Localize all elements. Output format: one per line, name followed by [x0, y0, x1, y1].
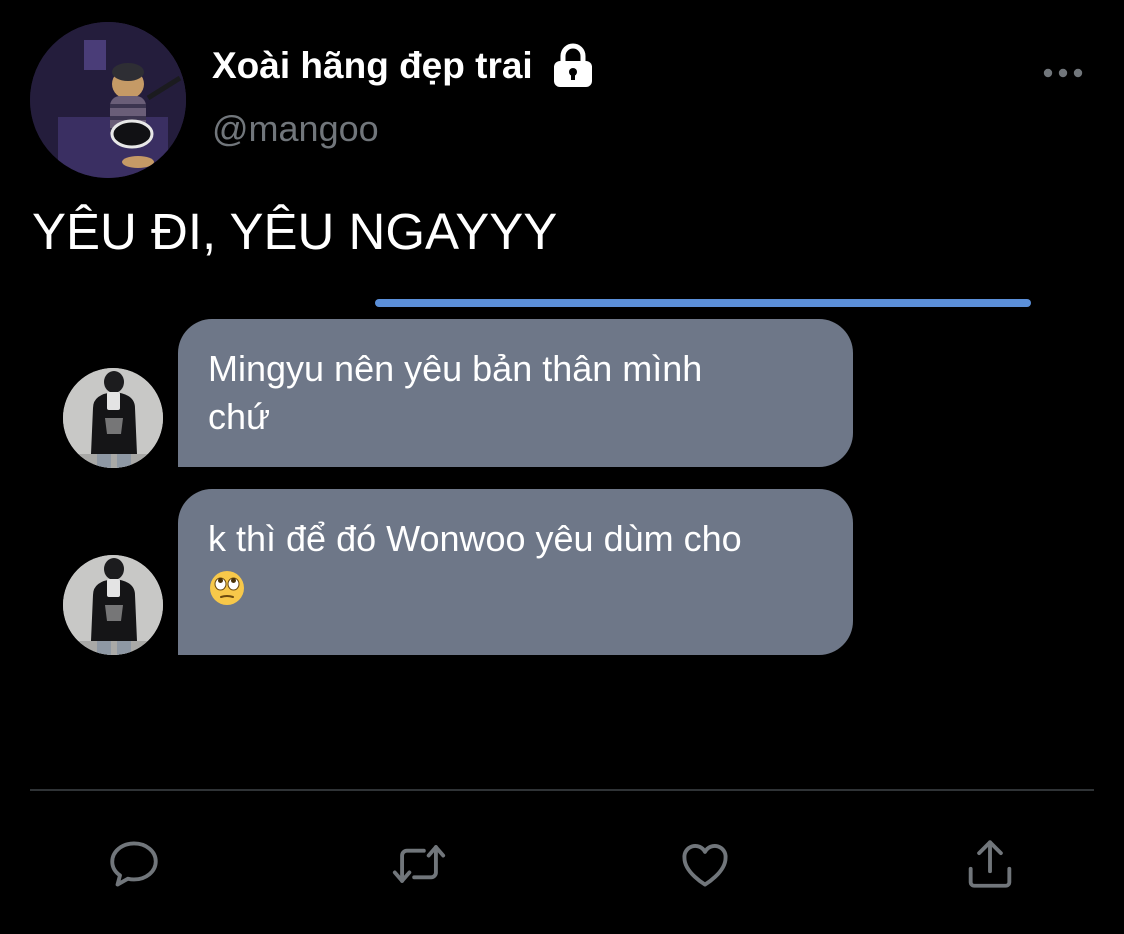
lock-icon [551, 43, 595, 89]
author-avatar[interactable] [30, 22, 186, 178]
cat-avatar-image [30, 22, 186, 178]
tweet-divider [30, 789, 1094, 791]
chat-message-text-line: Mingyu nên yêu bản thân mình [208, 348, 703, 389]
chat-message-text-line: chứ [208, 396, 271, 437]
retweet-button[interactable] [387, 832, 451, 896]
chat-message-bubble: Mingyu nên yêu bản thân mình chứ [178, 319, 853, 467]
chat-screenshot-accent-line [375, 299, 1031, 307]
reply-button[interactable] [102, 832, 166, 896]
chat-avatar [63, 368, 163, 468]
retweet-icon [392, 845, 446, 883]
like-icon [682, 843, 728, 887]
reply-icon [110, 841, 158, 887]
share-icon [968, 840, 1012, 888]
tweet-text: YÊU ĐI, YÊU NGAYYY [32, 203, 558, 260]
author-handle[interactable]: @mangoo [212, 108, 379, 150]
person-mirror-selfie-avatar [63, 555, 163, 655]
share-button[interactable] [958, 832, 1022, 896]
chat-avatar [63, 555, 163, 655]
chat-message-text-line: k thì để đó Wonwoo yêu dùm cho [208, 518, 742, 559]
chat-message-bubble: k thì để đó Wonwoo yêu dùm cho [178, 489, 853, 655]
more-horizontal-icon [1043, 68, 1083, 78]
face-with-rolling-eyes-icon [208, 569, 246, 607]
author-name-row: Xoài hãng đẹp trai [212, 40, 595, 92]
like-button[interactable] [673, 832, 737, 896]
person-mirror-selfie-avatar [63, 368, 163, 468]
author-display-name[interactable]: Xoài hãng đẹp trai [212, 45, 533, 87]
more-options-button[interactable] [1034, 58, 1092, 88]
